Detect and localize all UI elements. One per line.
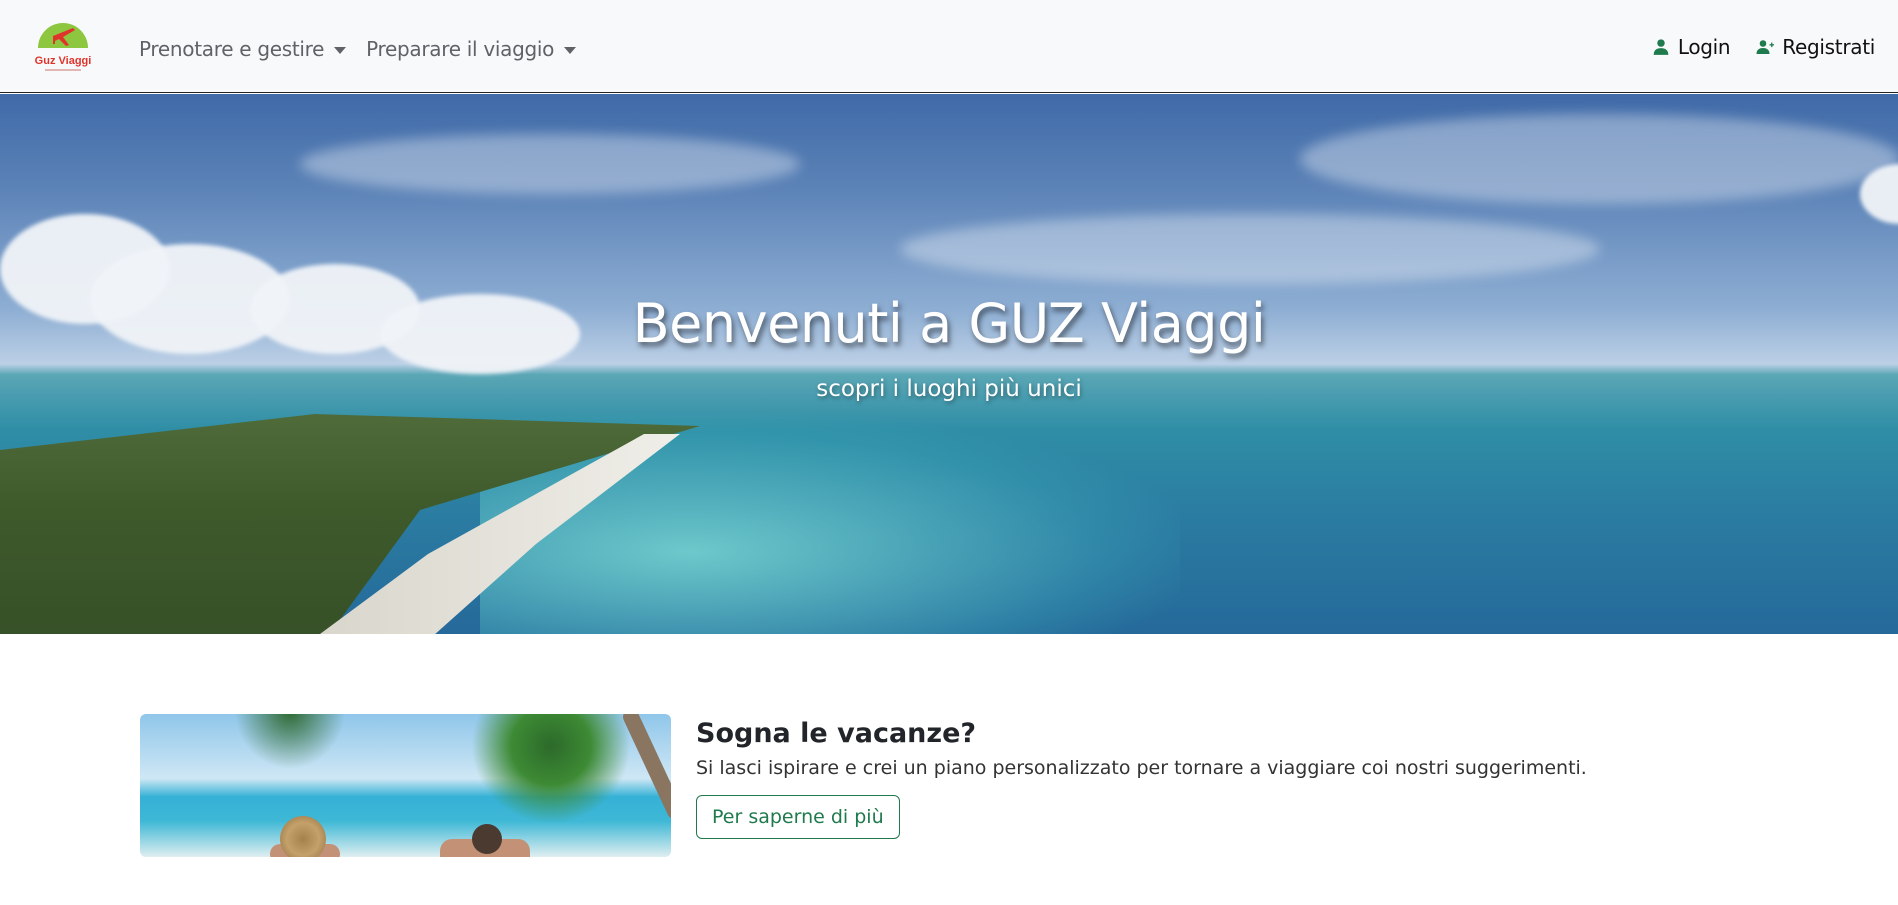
straw-hat — [280, 816, 326, 857]
nav-dropdown-label: Prenotare e gestire — [139, 37, 325, 61]
user-plus-icon — [1756, 40, 1775, 54]
hero-title: Benvenuti a GUZ Viaggi — [632, 292, 1266, 355]
top-navbar: Guz Viaggi Prenotare e gestire Preparare… — [0, 0, 1898, 93]
user-icon — [1653, 39, 1669, 55]
register-link[interactable]: Registrati — [1756, 35, 1875, 59]
login-label: Login — [1677, 35, 1731, 59]
nav-dropdown-preparare[interactable]: Preparare il viaggio — [366, 37, 577, 61]
login-link[interactable]: Login — [1652, 35, 1731, 59]
register-label: Registrati — [1782, 35, 1875, 59]
feature-description: Si lasci ispirare e crei un piano person… — [696, 757, 1587, 779]
caret-down-icon — [564, 46, 577, 54]
logo-text: Guz Viaggi — [35, 55, 92, 67]
person-head — [472, 824, 502, 854]
brand-logo[interactable]: Guz Viaggi — [33, 18, 93, 74]
cloud-wisp — [300, 134, 800, 194]
nav-dropdown-label: Preparare il viaggio — [366, 37, 555, 61]
logo-icon: Guz Viaggi — [35, 23, 92, 71]
caret-down-icon — [334, 46, 347, 54]
hero-banner: Benvenuti a GUZ Viaggi scopri i luoghi p… — [0, 94, 1898, 634]
palm-leaves — [230, 714, 350, 774]
vacation-feature: Sogna le vacanze? Si lasci ispirare e cr… — [140, 714, 1780, 857]
learn-more-button[interactable]: Per saperne di più — [696, 795, 900, 839]
feature-image — [140, 714, 671, 857]
palm-leaves — [471, 714, 631, 824]
feature-title: Sogna le vacanze? — [696, 718, 977, 749]
cloud-wisp — [1300, 114, 1898, 204]
nav-dropdown-prenotare[interactable]: Prenotare e gestire — [139, 37, 347, 61]
cloud-wisp — [900, 214, 1600, 284]
hero-subtitle: scopri i luoghi più unici — [816, 376, 1082, 402]
